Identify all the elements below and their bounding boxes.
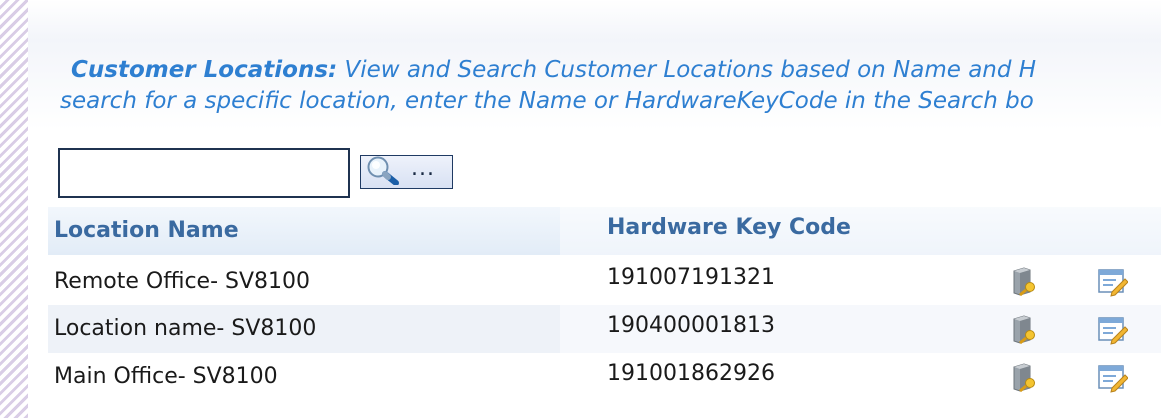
hardware-key-cell: 191001862926	[607, 361, 775, 386]
description-text-1: View and Search Customer Locations based…	[344, 57, 1037, 83]
server-key-icon[interactable]	[1008, 265, 1040, 297]
location-name-cell: Location name- SV8100	[54, 316, 317, 341]
edit-form-icon[interactable]	[1096, 361, 1129, 393]
server-key-icon[interactable]	[1008, 361, 1040, 393]
description-line-1: Customer Locations: View and Search Cust…	[60, 55, 1161, 86]
server-key-icon[interactable]	[1008, 313, 1040, 345]
column-header-location-name: Location Name	[54, 218, 239, 243]
edit-form-icon[interactable]	[1096, 265, 1129, 297]
page-description: Customer Locations: View and Search Cust…	[60, 55, 1161, 117]
table-row: Location name- SV8100 190400001813	[48, 305, 1161, 353]
location-name-cell: Remote Office- SV8100	[54, 269, 311, 294]
table-header: Location Name Hardware Key Code	[48, 207, 1161, 255]
description-line-2: search for a specific location, enter th…	[60, 86, 1161, 117]
search-input[interactable]	[58, 148, 350, 198]
table-row: Remote Office- SV8100 191007191321	[48, 257, 1161, 305]
hardware-key-cell: 191007191321	[607, 265, 775, 290]
column-header-hardware-key-code: Hardware Key Code	[607, 215, 851, 240]
table-row: Main Office- SV8100 191001862926	[48, 353, 1161, 401]
edit-form-icon[interactable]	[1096, 313, 1129, 345]
search-magnifier-icon	[365, 155, 407, 189]
section-title: Customer Locations:	[71, 57, 338, 83]
search-button[interactable]: ...	[360, 155, 453, 189]
customer-locations-page: Customer Locations: View and Search Cust…	[0, 0, 1161, 418]
left-decorative-stripe	[0, 0, 28, 418]
search-button-label: ...	[411, 156, 435, 181]
location-name-cell: Main Office- SV8100	[54, 364, 278, 389]
hardware-key-cell: 190400001813	[607, 313, 775, 338]
description-text-2: search for a specific location, enter th…	[60, 88, 1034, 114]
